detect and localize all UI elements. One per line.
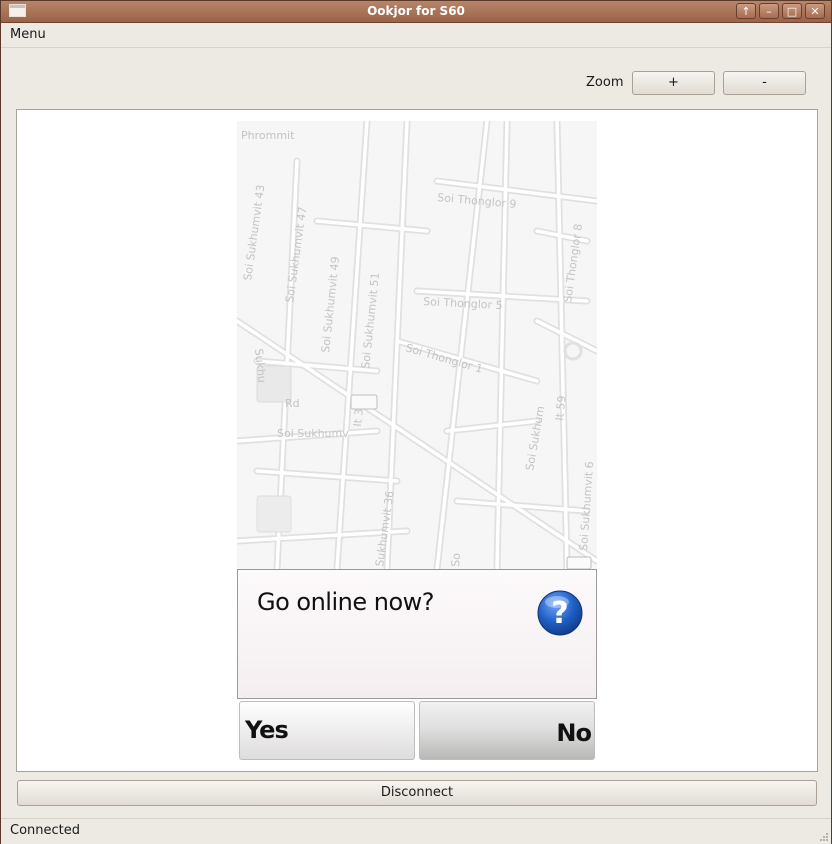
map-label: It 3 bbox=[351, 408, 366, 427]
resize-grip-icon[interactable] bbox=[818, 831, 828, 841]
menu-bar: Menu bbox=[1, 23, 831, 48]
map-label: It 59 bbox=[553, 395, 569, 421]
app-window: Ookjor for S60 ↑ – □ ✕ Menu Zoom + - Phr… bbox=[0, 0, 832, 844]
map-label: Rd bbox=[285, 397, 300, 410]
map-poi-marker bbox=[256, 495, 292, 533]
title-bar[interactable]: Ookjor for S60 ↑ – □ ✕ bbox=[1, 1, 831, 23]
road-shield bbox=[350, 394, 378, 410]
question-icon: ? bbox=[537, 590, 583, 636]
window-title: Ookjor for S60 bbox=[367, 4, 465, 18]
zoom-label: Zoom bbox=[586, 75, 624, 90]
close-button[interactable]: ✕ bbox=[805, 3, 825, 19]
yes-softkey[interactable]: Yes bbox=[239, 701, 415, 760]
road-shield bbox=[566, 556, 592, 569]
menu-item-menu[interactable]: Menu bbox=[10, 27, 46, 42]
disconnect-button[interactable]: Disconnect bbox=[17, 780, 817, 806]
phone-screen: Phrommit Soi Sukhumvit 43 Soi Sukhumvit … bbox=[237, 121, 597, 761]
connection-status: Connected bbox=[10, 823, 81, 838]
keep-above-button[interactable]: ↑ bbox=[736, 3, 756, 19]
map-label: Soi Sukhumv bbox=[277, 427, 349, 440]
map[interactable]: Phrommit Soi Sukhumvit 43 Soi Sukhumvit … bbox=[237, 121, 597, 569]
status-bar: Connected bbox=[1, 818, 831, 844]
maximize-button[interactable]: □ bbox=[782, 3, 802, 19]
svg-text:?: ? bbox=[551, 596, 568, 631]
yes-label: Yes bbox=[245, 716, 289, 744]
map-label: So bbox=[449, 552, 463, 567]
zoom-out-button[interactable]: - bbox=[723, 71, 806, 95]
no-label: No bbox=[556, 719, 592, 747]
map-label: Phrommit bbox=[241, 129, 295, 142]
minimize-button[interactable]: – bbox=[759, 3, 779, 19]
zoom-in-button[interactable]: + bbox=[632, 71, 715, 95]
dialog-question: Go online now? bbox=[257, 588, 435, 616]
go-online-dialog: Go online now? ? bbox=[237, 569, 597, 699]
no-softkey[interactable]: No bbox=[419, 701, 595, 760]
